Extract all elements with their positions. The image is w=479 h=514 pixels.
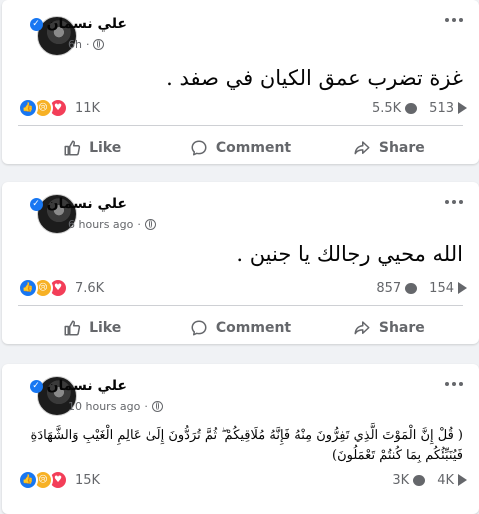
comment-count[interactable]: 3K: [392, 472, 426, 488]
comment-count[interactable]: 5.5K: [371, 100, 418, 116]
share-arrow-icon: [458, 282, 467, 294]
author-name[interactable]: علي نسمان ✓: [29, 14, 127, 34]
post-timestamp[interactable]: 6 hours ago: [68, 218, 133, 231]
verified-badge-icon: ✓: [29, 379, 43, 393]
like-label: Like: [89, 140, 122, 156]
comment-button[interactable]: Comment: [166, 310, 314, 344]
globe-icon: [93, 38, 105, 50]
share-button[interactable]: Share: [315, 130, 463, 164]
share-button[interactable]: Share: [315, 310, 463, 344]
author-name[interactable]: علي نسمان ✓: [29, 376, 127, 396]
post-meta: 6h ·: [68, 36, 105, 52]
post-stats: 5.5K 513: [372, 98, 467, 118]
comment-button[interactable]: Comment: [166, 130, 314, 164]
share-arrow-icon: [458, 474, 467, 486]
more-options-icon[interactable]: [441, 12, 467, 28]
comment-count-text: 3K: [392, 472, 410, 488]
news-feed: علي نسمان ✓ 6h · غزة تضرب عمق الكيان في …: [0, 0, 479, 514]
author-name-text[interactable]: علي نسمان: [47, 16, 127, 32]
share-label: Share: [378, 140, 425, 156]
more-options-icon[interactable]: [441, 376, 467, 392]
share-count-text: 154: [429, 280, 454, 296]
post-meta: 10 hours ago ·: [68, 398, 163, 414]
divider: [18, 305, 463, 306]
like-label: Like: [89, 320, 122, 336]
post-meta: 6 hours ago ·: [68, 216, 156, 232]
post-timestamp[interactable]: 10 hours ago: [68, 400, 140, 413]
share-count-text: 4K: [437, 472, 454, 488]
like-button[interactable]: Like: [18, 310, 166, 344]
verified-badge-icon: ✓: [29, 17, 43, 31]
comment-bubble-icon: [413, 474, 426, 486]
share-icon: [354, 321, 370, 335]
divider: [18, 125, 463, 126]
thumbs-up-icon: [64, 320, 81, 336]
like-button[interactable]: Like: [18, 130, 166, 164]
share-count[interactable]: 4K: [437, 473, 467, 488]
reaction-count: 15K: [75, 472, 101, 488]
comment-count-text: 5.5K: [371, 100, 402, 116]
meta-separator: ·: [137, 217, 141, 231]
post-stats: 857 154: [376, 278, 467, 298]
comment-bubble-icon: [405, 282, 418, 294]
like-reaction-icon: 👍: [18, 98, 38, 118]
reactions-summary[interactable]: 👍 😢 ♥ 15K: [18, 470, 100, 490]
author-name-text[interactable]: علي نسمان: [47, 378, 127, 394]
reaction-count: 7.6K: [75, 280, 105, 296]
share-icon: [354, 141, 370, 155]
comment-icon: [191, 320, 207, 336]
share-label: Share: [378, 320, 425, 336]
action-bar: Like Comment Share: [18, 310, 463, 344]
globe-icon: [151, 400, 163, 412]
post-timestamp[interactable]: 6h: [68, 38, 82, 51]
share-count[interactable]: 513: [429, 101, 467, 116]
more-options-icon[interactable]: [441, 194, 467, 210]
comment-count[interactable]: 857: [376, 280, 418, 296]
post-stats: 3K 4K: [392, 470, 467, 490]
meta-separator: ·: [144, 399, 148, 413]
post-card: علي نسمان ✓ 6 hours ago · الله محيي رجال…: [2, 182, 479, 344]
comment-count-text: 857: [376, 280, 402, 296]
reactions-summary[interactable]: 👍 😢 ♥ 7.6K: [18, 278, 104, 298]
reactions-summary[interactable]: 👍 😢 ♥ 11K: [18, 98, 100, 118]
author-name-text[interactable]: علي نسمان: [47, 196, 127, 212]
share-count[interactable]: 154: [429, 281, 467, 296]
verified-badge-icon: ✓: [29, 197, 43, 211]
thumbs-up-icon: [64, 140, 81, 156]
meta-separator: ·: [85, 37, 90, 51]
post-card: علي نسمان ✓ 10 hours ago · ( قُلْ إِنَّ …: [2, 364, 479, 514]
author-name[interactable]: علي نسمان ✓: [29, 194, 127, 214]
like-reaction-icon: 👍: [18, 278, 38, 298]
share-count-text: 513: [429, 100, 454, 116]
comment-label: Comment: [215, 320, 292, 336]
comment-label: Comment: [215, 140, 292, 156]
share-arrow-icon: [458, 102, 467, 114]
post-card: علي نسمان ✓ 6h · غزة تضرب عمق الكيان في …: [2, 0, 479, 164]
reaction-count: 11K: [75, 100, 101, 116]
like-reaction-icon: 👍: [18, 470, 38, 490]
post-text: الله محيي رجالك يا جنين .: [236, 242, 463, 266]
post-text: ( قُلْ إِنَّ الْمَوْتَ الَّذِي تَفِرُّون…: [30, 428, 463, 463]
comment-icon: [191, 140, 207, 156]
comment-bubble-icon: [405, 102, 418, 114]
action-bar: Like Comment Share: [18, 130, 463, 164]
post-text: غزة تضرب عمق الكيان في صفد .: [166, 66, 463, 90]
globe-icon: [144, 218, 156, 230]
